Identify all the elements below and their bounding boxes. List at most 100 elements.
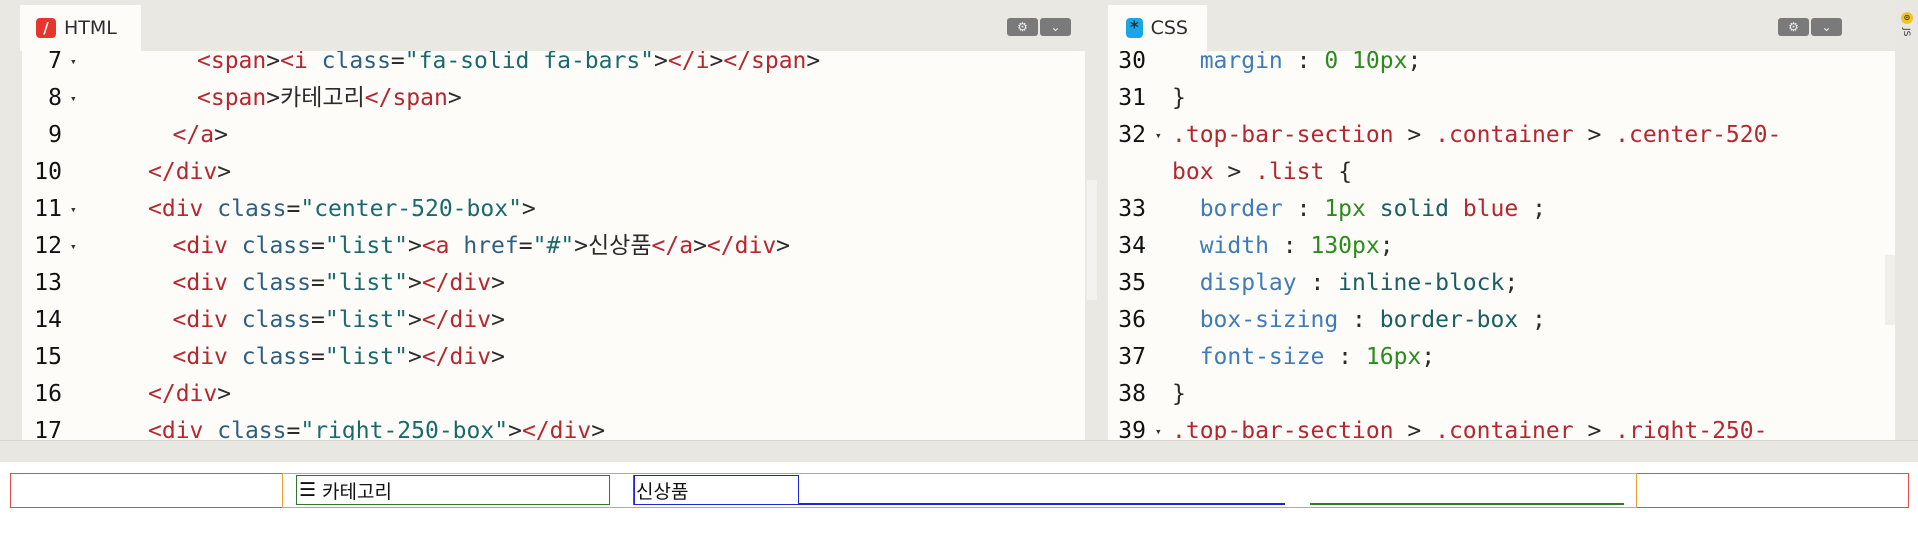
code-text: <div class="list"></div> xyxy=(172,344,505,370)
panel-resize-handle[interactable] xyxy=(1085,0,1108,440)
code-line[interactable]: 34 width : 130px; xyxy=(1108,228,1895,265)
code-text: <div class="list"></div> xyxy=(172,307,505,333)
code-text: font-size : 16px; xyxy=(1172,344,1436,370)
fold-arrow-icon[interactable]: ▾ xyxy=(70,80,77,117)
code-line[interactable]: 10 </div> xyxy=(0,154,1085,191)
code-text: } xyxy=(1172,381,1186,407)
code-line[interactable]: 31} xyxy=(1108,80,1895,117)
line-number: 37 xyxy=(1118,344,1146,370)
fold-arrow-icon[interactable]: ▾ xyxy=(70,51,77,80)
code-line[interactable]: 8 ▾ <span>카테고리</span> xyxy=(0,80,1085,117)
code-text: box > .list { xyxy=(1172,159,1353,185)
css-asterisk-icon: * xyxy=(1126,18,1143,38)
line-number: 30 xyxy=(1118,51,1146,74)
fold-arrow-icon[interactable]: ▾ xyxy=(1155,117,1162,154)
line-number: 8 xyxy=(48,85,62,111)
code-text: <div class="right-250-box"></div> xyxy=(148,418,606,440)
line-number: 13 xyxy=(34,270,62,296)
line-number: 12 xyxy=(34,233,62,259)
tab-js[interactable]: ⊙ JS xyxy=(1900,12,1916,46)
css-code-editor[interactable]: 30 margin : 0 10px; 31} 32 ▾ .top-bar-sectio… xyxy=(1108,51,1895,440)
gear-icon: ⚙ xyxy=(1017,20,1028,34)
code-line[interactable]: 17 <div class="right-250-box"></div> xyxy=(0,413,1085,440)
line-number: 17 xyxy=(34,418,62,440)
code-line[interactable]: 9 </a> xyxy=(0,117,1085,154)
line-number: 16 xyxy=(34,381,62,407)
code-text: .top-bar-section > .container > .right-2… xyxy=(1172,418,1768,440)
resize-grip[interactable] xyxy=(1087,180,1097,300)
line-number: 14 xyxy=(34,307,62,333)
fold-arrow-icon[interactable]: ▾ xyxy=(70,191,77,228)
code-line[interactable]: 37 font-size : 16px; xyxy=(1108,339,1895,376)
code-text: border : 1px solid blue ; xyxy=(1172,196,1546,222)
code-text: display : inline-block; xyxy=(1172,270,1519,296)
code-text: <div class="center-520-box"> xyxy=(148,196,536,222)
line-number: 38 xyxy=(1118,381,1146,407)
fold-arrow-icon[interactable]: ▾ xyxy=(70,228,77,265)
html-header-buttons: ⚙ ⌄ xyxy=(1007,18,1071,36)
code-line[interactable]: 32 ▾ .top-bar-section > .container > .cent… xyxy=(1108,117,1895,154)
code-text: box-sizing : border-box ; xyxy=(1172,307,1546,333)
html-slash-icon: / xyxy=(36,18,56,38)
tab-html[interactable]: / HTML xyxy=(20,5,141,51)
code-text: <span><i class="fa-solid fa-bars"></i></… xyxy=(197,51,821,74)
code-line[interactable]: box > .list { xyxy=(1108,154,1895,191)
css-collapse-button[interactable]: ⌄ xyxy=(1811,18,1842,36)
code-line[interactable]: 15 <div class="list"></div> xyxy=(0,339,1085,376)
line-number: 33 xyxy=(1118,196,1146,222)
fold-arrow-icon[interactable]: ▾ xyxy=(1155,413,1162,440)
line-number: 35 xyxy=(1118,270,1146,296)
editor-result-divider[interactable] xyxy=(0,440,1918,462)
code-line[interactable]: 12 ▾ <div class="list"><a href="#">신상품</a>… xyxy=(0,228,1085,265)
code-line[interactable]: 14 <div class="list"></div> xyxy=(0,302,1085,339)
html-code-editor[interactable]: 7 ▾ <span><i class="fa-solid fa-bars"></i>… xyxy=(0,51,1085,440)
css-scrollbar[interactable] xyxy=(1885,255,1895,325)
css-settings-button[interactable]: ⚙ xyxy=(1778,18,1809,36)
code-line[interactable]: 39 ▾ .top-bar-section > .container > .righ… xyxy=(1108,413,1895,440)
code-text: <div class="list"></div> xyxy=(172,270,505,296)
code-text: .top-bar-section > .container > .center-… xyxy=(1172,122,1782,148)
chevron-down-icon: ⌄ xyxy=(1050,20,1061,34)
code-line[interactable]: 36 box-sizing : border-box ; xyxy=(1108,302,1895,339)
js-panel-collapsed[interactable] xyxy=(1895,0,1918,440)
category-box[interactable]: ☰ 카테고리 xyxy=(296,475,610,505)
line-number: 34 xyxy=(1118,233,1146,259)
code-line[interactable]: 11 ▾ <div class="center-520-box"> xyxy=(0,191,1085,228)
code-line[interactable]: 30 margin : 0 10px; xyxy=(1108,51,1895,80)
code-text: margin : 0 10px; xyxy=(1172,51,1422,74)
list-item[interactable]: 신상품 xyxy=(634,475,799,505)
html-collapse-button[interactable]: ⌄ xyxy=(1040,18,1071,36)
code-line[interactable]: 16 </div> xyxy=(0,376,1085,413)
tab-css[interactable]: * CSS xyxy=(1108,5,1207,51)
tab-css-label: CSS xyxy=(1150,17,1188,39)
new-products-link[interactable]: 신상품 xyxy=(636,477,688,504)
line-number: 10 xyxy=(34,159,62,185)
code-line[interactable]: 38} xyxy=(1108,376,1895,413)
line-number: 31 xyxy=(1118,85,1146,111)
css-editor-panel: * CSS ⚙ ⌄ 30 margin : 0 10px; 31} 32 ▾ .top-… xyxy=(1108,0,1895,440)
line-number: 32 xyxy=(1118,122,1146,148)
html-settings-button[interactable]: ⚙ xyxy=(1007,18,1038,36)
code-line[interactable]: 33 border : 1px solid blue ; xyxy=(1108,191,1895,228)
result-preview: ☰ 카테고리 신상품 xyxy=(0,462,1918,541)
code-line[interactable]: 35 display : inline-block; xyxy=(1108,265,1895,302)
code-text: <span>카테고리</span> xyxy=(197,85,462,111)
empty-list-items xyxy=(799,503,1285,505)
line-number: 7 xyxy=(48,51,62,74)
code-text: </div> xyxy=(148,381,232,407)
editor-area: / HTML ⚙ ⌄ 7 ▾ <span><i class="fa-solid fa… xyxy=(0,0,1918,440)
line-number: 9 xyxy=(48,122,62,148)
html-panel-header: / HTML ⚙ ⌄ xyxy=(0,0,1085,51)
code-text: </a> xyxy=(172,122,228,148)
css-header-buttons: ⚙ ⌄ xyxy=(1778,18,1842,36)
line-number: 36 xyxy=(1118,307,1146,333)
code-text: </div> xyxy=(148,159,232,185)
line-number: 11 xyxy=(34,196,62,222)
right-box-edge xyxy=(1310,503,1624,505)
code-text: <div class="list"><a href="#">신상품</a></d… xyxy=(172,233,791,259)
css-panel-header: * CSS ⚙ ⌄ xyxy=(1108,0,1895,51)
tab-js-label: JS xyxy=(1901,28,1911,37)
code-line[interactable]: 13 <div class="list"></div> xyxy=(0,265,1085,302)
tab-html-label: HTML xyxy=(64,17,117,39)
code-line[interactable]: 7 ▾ <span><i class="fa-solid fa-bars"></i>… xyxy=(0,51,1085,80)
